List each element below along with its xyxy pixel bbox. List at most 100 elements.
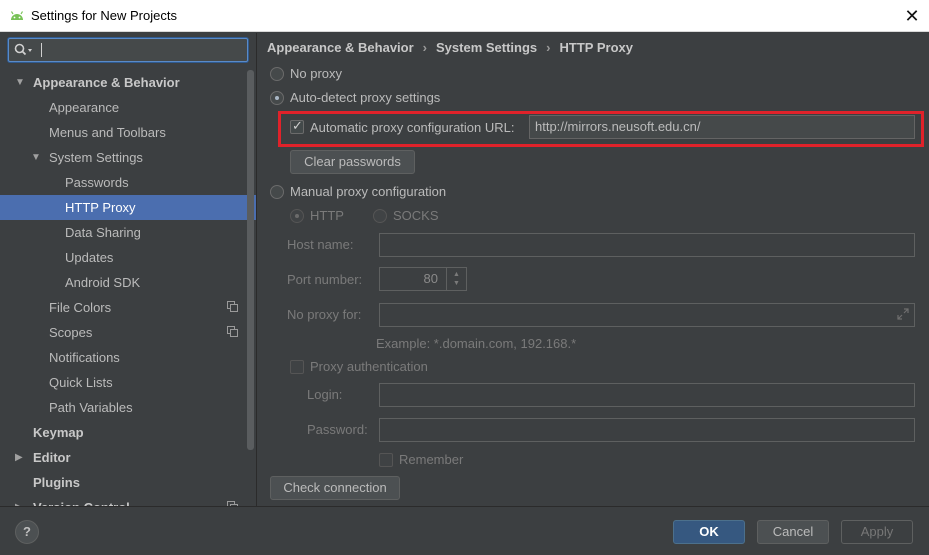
tree-item-appearance[interactable]: Appearance <box>0 95 256 120</box>
tree-item-label: Data Sharing <box>65 225 141 240</box>
tree-item-file-colors[interactable]: File Colors <box>0 295 256 320</box>
stepper-down-icon[interactable]: ▼ <box>453 280 460 287</box>
no-proxy-for-label: No proxy for: <box>287 307 362 322</box>
tree-item-label: Appearance & Behavior <box>33 75 180 90</box>
tree-item-android-sdk[interactable]: Android SDK <box>0 270 256 295</box>
close-window-button[interactable]: ✕ <box>895 0 929 32</box>
proxy-auth-label: Proxy authentication <box>310 359 428 374</box>
stepper-arrows[interactable]: ▲ ▼ <box>446 268 466 290</box>
tree-item-label: Plugins <box>33 475 80 490</box>
collapsed-arrow-icon[interactable]: ▶ <box>15 445 23 470</box>
tree-item-scopes[interactable]: Scopes <box>0 320 256 345</box>
expanded-arrow-icon[interactable]: ▼ <box>15 70 25 95</box>
http-radio[interactable] <box>290 209 304 223</box>
check-connection-button[interactable]: Check connection <box>270 476 400 500</box>
project-scope-icon <box>227 301 238 312</box>
tree-item-quick-lists[interactable]: Quick Lists <box>0 370 256 395</box>
tree-item-keymap[interactable]: Keymap <box>0 420 256 445</box>
host-name-field[interactable] <box>379 233 915 257</box>
sidebar-scrollbar[interactable] <box>247 70 254 450</box>
tree-item-label: Version Control <box>33 495 130 506</box>
socks-label: SOCKS <box>393 208 439 223</box>
breadcrumb-item: HTTP Proxy <box>559 40 633 55</box>
tree-item-label: Notifications <box>49 350 120 365</box>
manual-proxy-label: Manual proxy configuration <box>290 184 447 199</box>
tree-item-label: Passwords <box>65 175 129 190</box>
settings-tree: ▼ Appearance & Behavior Appearance Menus… <box>0 70 256 506</box>
breadcrumb-separator: › <box>422 40 428 55</box>
auto-config-url-checkbox[interactable] <box>290 118 304 134</box>
proxy-auth-checkbox[interactable] <box>290 360 304 374</box>
window-title: Settings for New Projects <box>31 8 177 23</box>
apply-button[interactable]: Apply <box>841 520 913 544</box>
dialog-footer: ? OK Cancel Apply <box>0 506 929 555</box>
example-text: Example: *.domain.com, 192.168.* <box>376 336 577 351</box>
clear-passwords-button[interactable]: Clear passwords <box>290 150 415 174</box>
remember-label: Remember <box>399 452 464 467</box>
breadcrumb-item: Appearance & Behavior <box>267 40 414 55</box>
tree-item-data-sharing[interactable]: Data Sharing <box>0 220 256 245</box>
tree-item-updates[interactable]: Updates <box>0 245 256 270</box>
remember-checkbox[interactable] <box>379 453 393 467</box>
port-number-label: Port number: <box>287 272 363 287</box>
tree-item-label: Keymap <box>33 425 84 440</box>
tree-item-menus-toolbars[interactable]: Menus and Toolbars <box>0 120 256 145</box>
host-name-label: Host name: <box>287 237 354 252</box>
tree-item-label: System Settings <box>49 150 143 165</box>
password-label: Password: <box>307 422 368 437</box>
socks-radio[interactable] <box>373 209 387 223</box>
http-proxy-panel: Appearance & Behavior › System Settings › HT… <box>258 33 929 506</box>
project-scope-icon <box>227 326 238 337</box>
no-proxy-radio[interactable] <box>270 67 284 81</box>
login-label: Login: <box>307 387 343 402</box>
no-proxy-label: No proxy <box>290 66 343 81</box>
tree-item-label: Android SDK <box>65 275 141 290</box>
password-field[interactable] <box>379 418 915 442</box>
tree-item-appearance-behavior[interactable]: ▼ Appearance & Behavior <box>0 70 256 95</box>
settings-sidebar: ▼ Appearance & Behavior Appearance Menus… <box>0 33 257 506</box>
expanded-arrow-icon[interactable]: ▼ <box>31 145 41 170</box>
tree-item-label: Updates <box>65 250 114 265</box>
tree-item-label: Scopes <box>49 325 93 340</box>
login-field[interactable] <box>379 383 915 407</box>
ok-button[interactable]: OK <box>673 520 745 544</box>
tree-item-label: Editor <box>33 450 71 465</box>
search-input[interactable] <box>8 38 248 62</box>
tree-item-editor[interactable]: ▶ Editor <box>0 445 256 470</box>
auto-detect-label: Auto-detect proxy settings <box>290 90 441 105</box>
manual-proxy-radio[interactable] <box>270 185 284 199</box>
tree-item-label: Menus and Toolbars <box>49 125 166 140</box>
tree-item-plugins[interactable]: Plugins <box>0 470 256 495</box>
tree-item-label: HTTP Proxy <box>65 200 136 215</box>
auto-config-url-label: Automatic proxy configuration URL: <box>310 120 515 135</box>
breadcrumb-item: System Settings <box>436 40 538 55</box>
search-icon <box>14 43 32 56</box>
close-icon: ✕ <box>904 5 920 26</box>
port-number-value: 80 <box>423 271 438 286</box>
collapsed-arrow-icon[interactable]: ▶ <box>15 495 23 506</box>
tree-item-http-proxy[interactable]: HTTP Proxy <box>0 195 256 220</box>
tree-item-notifications[interactable]: Notifications <box>0 345 256 370</box>
tree-item-label: Appearance <box>49 100 120 115</box>
tree-item-passwords[interactable]: Passwords <box>0 170 256 195</box>
http-label: HTTP <box>310 208 344 223</box>
tree-item-version-control[interactable]: ▶ Version Control <box>0 495 256 506</box>
title-bar: Settings for New Projects ✕ <box>0 0 929 32</box>
tree-item-label: Path Variables <box>49 400 133 415</box>
cancel-button[interactable]: Cancel <box>757 520 829 544</box>
text-caret <box>41 43 42 57</box>
tree-item-path-variables[interactable]: Path Variables <box>0 395 256 420</box>
auto-detect-radio[interactable] <box>270 91 284 105</box>
android-studio-icon <box>10 11 24 20</box>
help-button[interactable]: ? <box>15 520 39 544</box>
stepper-up-icon[interactable]: ▲ <box>453 271 460 278</box>
tree-item-label: Quick Lists <box>49 375 113 390</box>
auto-config-url-field[interactable]: http://mirrors.neusoft.edu.cn/ <box>529 115 915 139</box>
breadcrumb: Appearance & Behavior › System Settings › HT… <box>267 40 633 55</box>
breadcrumb-separator: › <box>546 40 551 55</box>
port-number-stepper[interactable]: 80 ▲ ▼ <box>379 267 467 291</box>
no-proxy-for-field[interactable] <box>379 303 915 327</box>
tree-item-label: File Colors <box>49 300 112 315</box>
tree-item-system-settings[interactable]: ▼ System Settings <box>0 145 256 170</box>
expand-field-icon[interactable] <box>896 307 910 321</box>
